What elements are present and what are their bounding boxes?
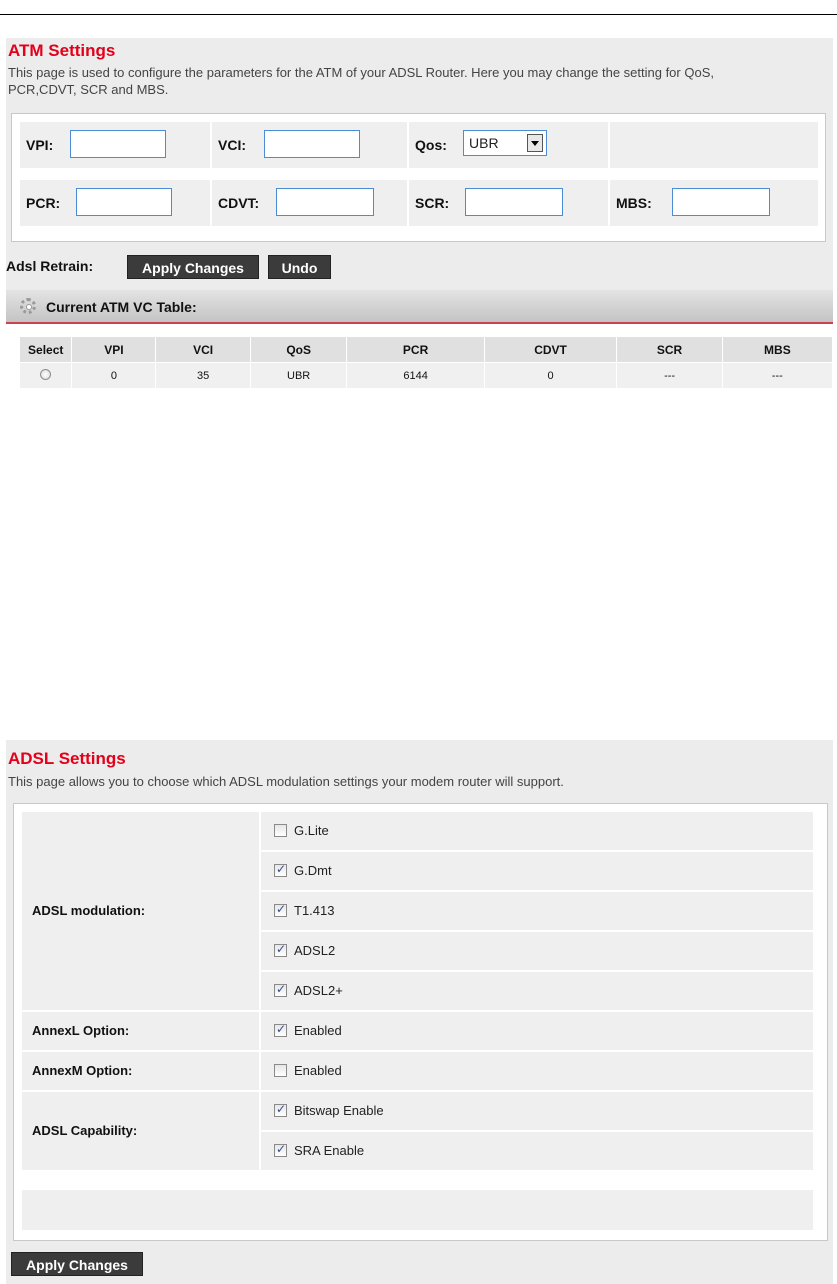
chevron-down-icon[interactable] (527, 134, 543, 152)
atm-description-line2: PCR,CDVT, SCR and MBS. (8, 82, 169, 97)
row-mbs: --- (722, 363, 832, 388)
vpi-label: VPI: (26, 137, 54, 153)
atm-settings-panel: ATM Settings This page is used to config… (6, 38, 833, 413)
col-vci: VCI (156, 337, 250, 362)
qos-selected-value: UBR (469, 135, 499, 151)
vci-cell: VCI: (212, 122, 407, 168)
scr-cell: SCR: (409, 180, 608, 226)
atm-page-title: ATM Settings (8, 41, 116, 60)
adsl-description: This page allows you to choose which ADS… (8, 774, 564, 789)
annexl-checkbox[interactable] (274, 1022, 287, 1037)
annexm-checkbox[interactable] (274, 1064, 287, 1077)
glite-checkbox[interactable] (274, 824, 287, 837)
option-gdmt[interactable]: G.Dmt (261, 852, 813, 890)
row-vci: 35 (156, 363, 250, 388)
atm-form: VPI: VCI: Qos: UBR PCR: CDVT: SCR: MBS: (11, 113, 826, 242)
top-rule (0, 14, 837, 15)
option-bitswap[interactable]: Bitswap Enable (261, 1092, 813, 1130)
col-cdvt: CDVT (484, 337, 617, 362)
adsl2-checkbox[interactable] (274, 942, 287, 957)
pcr-label: PCR: (26, 195, 61, 211)
qos-select[interactable]: UBR (463, 130, 547, 156)
gdmt-label: G.Dmt (294, 863, 332, 878)
modulation-label-cell: ADSL modulation: (22, 812, 259, 1010)
mbs-cell: MBS: (610, 180, 818, 226)
capability-label-cell: ADSL Capability: (22, 1092, 259, 1170)
vpi-input[interactable] (70, 130, 166, 158)
vci-input[interactable] (264, 130, 360, 158)
sra-checkbox[interactable] (274, 1142, 287, 1157)
annexl-label: AnnexL Option: (32, 1023, 130, 1038)
option-sra[interactable]: SRA Enable (261, 1132, 813, 1170)
option-annexl-enabled[interactable]: Enabled (261, 1012, 813, 1050)
adsl-apply-changes-button[interactable]: Apply Changes (11, 1252, 143, 1276)
option-t1413[interactable]: T1.413 (261, 892, 813, 930)
cdvt-input[interactable] (276, 188, 374, 216)
row-vpi: 0 (72, 363, 156, 388)
empty-row (22, 1190, 813, 1230)
row-scr: --- (617, 363, 722, 388)
row-pcr: 6144 (347, 363, 484, 388)
qos-cell: Qos: UBR (409, 122, 608, 168)
pcr-input[interactable] (76, 188, 172, 216)
bitswap-checkbox[interactable] (274, 1102, 287, 1117)
t1413-label: T1.413 (294, 903, 335, 918)
vpi-cell: VPI: (20, 122, 210, 168)
mbs-input[interactable] (672, 188, 770, 216)
col-scr: SCR (617, 337, 722, 362)
undo-button[interactable]: Undo (268, 255, 331, 279)
adsl2plus-label: ADSL2+ (294, 983, 343, 998)
annexm-label: AnnexM Option: (32, 1063, 133, 1078)
vc-table-header-bar: Current ATM VC Table: (6, 290, 833, 324)
vc-table-title: Current ATM VC Table: (46, 299, 197, 315)
atm-description-line1: This page is used to configure the param… (8, 65, 714, 80)
bitswap-label: Bitswap Enable (294, 1103, 384, 1118)
adsl-settings-panel: ADSL Settings This page allows you to ch… (6, 740, 833, 1284)
option-annexm-enabled[interactable]: Enabled (261, 1052, 813, 1090)
option-adsl2[interactable]: ADSL2 (261, 932, 813, 970)
col-pcr: PCR (347, 337, 484, 362)
vc-table-container: Select VPI VCI QoS PCR CDVT SCR MBS 0 35… (6, 324, 833, 413)
col-select: Select (20, 337, 72, 362)
apply-changes-button[interactable]: Apply Changes (127, 255, 259, 279)
adsl-page-title: ADSL Settings (8, 749, 126, 768)
adsl-retrain-label: Adsl Retrain: (6, 258, 94, 274)
vci-label: VCI: (218, 137, 246, 153)
select-radio[interactable] (40, 368, 52, 380)
adsl-form: ADSL modulation: G.Lite G.Dmt T1.413 ADS… (13, 803, 828, 1241)
scr-input[interactable] (465, 188, 563, 216)
col-qos: QoS (250, 337, 347, 362)
empty-cell (610, 122, 818, 168)
annexl-enabled-label: Enabled (294, 1023, 342, 1038)
table-header-row: Select VPI VCI QoS PCR CDVT SCR MBS (20, 337, 832, 362)
gear-icon (20, 298, 36, 314)
modulation-label: ADSL modulation: (32, 903, 146, 918)
adsl2plus-checkbox[interactable] (274, 982, 287, 997)
col-vpi: VPI (72, 337, 156, 362)
qos-label: Qos: (415, 137, 447, 153)
option-adsl2plus[interactable]: ADSL2+ (261, 972, 813, 1010)
scr-label: SCR: (415, 195, 450, 211)
row-select-cell (20, 363, 72, 388)
atm-vc-table: Select VPI VCI QoS PCR CDVT SCR MBS 0 35… (19, 336, 833, 389)
table-row: 0 35 UBR 6144 0 --- --- (20, 363, 832, 388)
t1413-checkbox[interactable] (274, 902, 287, 917)
row-qos: UBR (250, 363, 347, 388)
annexl-label-cell: AnnexL Option: (22, 1012, 259, 1050)
cdvt-label: CDVT: (218, 195, 260, 211)
col-mbs: MBS (722, 337, 832, 362)
sra-label: SRA Enable (294, 1143, 365, 1158)
option-glite[interactable]: G.Lite (261, 812, 813, 850)
adsl2-label: ADSL2 (294, 943, 336, 958)
mbs-label: MBS: (616, 195, 652, 211)
annexm-label-cell: AnnexM Option: (22, 1052, 259, 1090)
pcr-cell: PCR: (20, 180, 210, 226)
cdvt-cell: CDVT: (212, 180, 407, 226)
row-cdvt: 0 (484, 363, 617, 388)
gdmt-checkbox[interactable] (274, 862, 287, 877)
glite-label: G.Lite (294, 823, 329, 838)
annexm-enabled-label: Enabled (294, 1063, 342, 1078)
capability-label: ADSL Capability: (32, 1123, 138, 1138)
